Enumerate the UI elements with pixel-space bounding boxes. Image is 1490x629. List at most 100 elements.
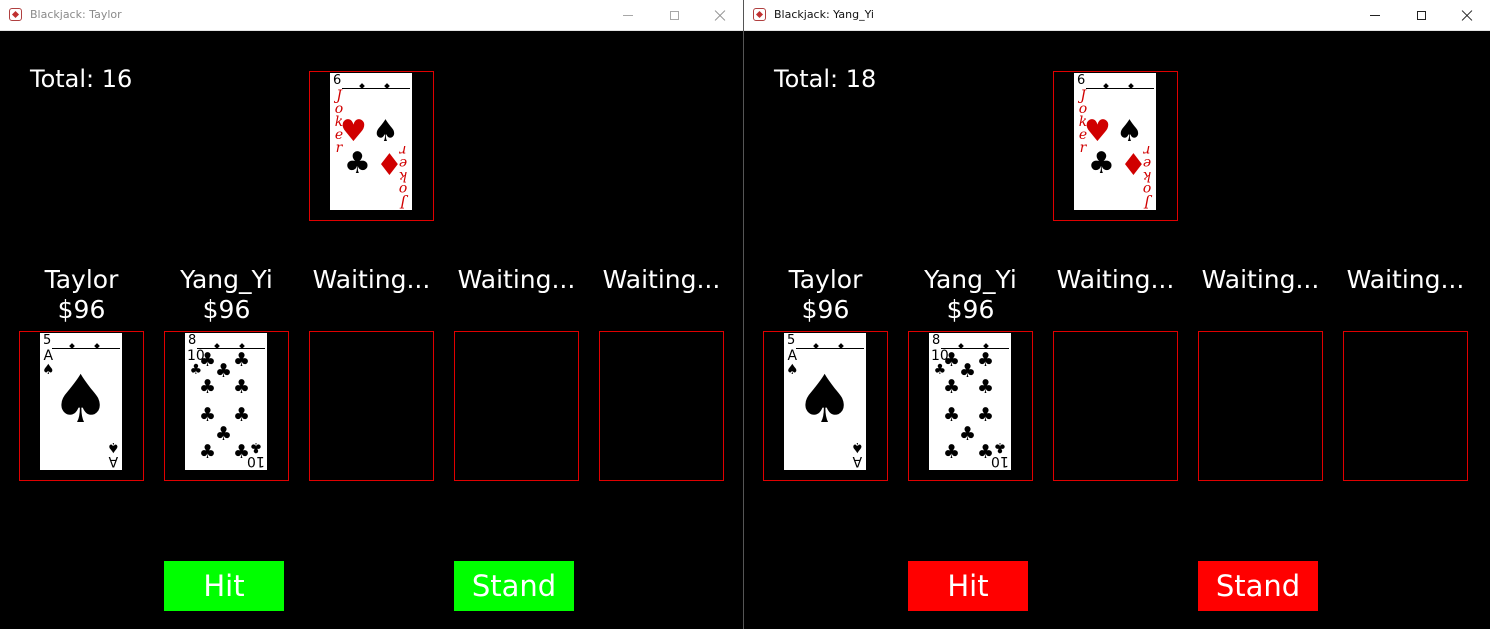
waiting-status: Waiting... [1201, 265, 1320, 294]
heart-icon: ♥ [340, 114, 367, 149]
close-icon [714, 10, 726, 22]
maximize-button[interactable] [1398, 0, 1444, 31]
player-seat-5-label: Waiting... [1343, 265, 1468, 295]
title-bar[interactable]: Blackjack: Yang_Yi [744, 0, 1490, 31]
minimize-button[interactable] [1352, 0, 1398, 31]
player-money: $96 [202, 295, 251, 324]
club-icon: ♣ [199, 376, 217, 398]
player-seat-3-label: Waiting... [1053, 265, 1178, 295]
player-name: Yang_Yi [180, 265, 273, 294]
game-table: Total: 16 6 Joker Joker ♥ ♠ ♣ ♦ Taylor $… [0, 31, 744, 629]
waiting-status: Waiting... [602, 265, 721, 294]
close-icon [1461, 10, 1473, 22]
empty-card-slot [1198, 331, 1323, 481]
club-icon: ♣ [233, 376, 251, 398]
club-icon: ♣ [233, 404, 251, 426]
window-title: Blackjack: Taylor [30, 8, 122, 21]
player-seat-2-label: Yang_Yi $96 [908, 265, 1033, 325]
player-card-slot: 8 10 ♣ ♣ ♣ ♣ ♣ ♣ ♣ ♣ ♣ ♣ ♣ 10 ♣ [908, 331, 1033, 481]
player-card-ten-of-clubs: 8 10 ♣ ♣ ♣ ♣ ♣ ♣ ♣ ♣ ♣ ♣ ♣ 10 ♣ [185, 333, 267, 470]
club-icon: ♣ [977, 349, 995, 371]
player-seat-1-label: Taylor $96 [763, 265, 888, 325]
hit-button[interactable]: Hit [908, 561, 1028, 611]
player-seat-5-label: Waiting... [599, 265, 724, 295]
diamond-icon: ♦ [376, 148, 403, 183]
dealer-card: 6 Joker Joker ♥ ♠ ♣ ♦ [330, 73, 412, 210]
waiting-status: Waiting... [1056, 265, 1175, 294]
card-corner: 10 ♣ [247, 439, 265, 469]
heart-icon: ♥ [1084, 114, 1111, 149]
card-corner: A ♠ [851, 439, 864, 469]
hidden-card-rank: 5 [784, 333, 866, 349]
hidden-card-rank: 8 [929, 333, 1011, 349]
club-icon: ♣ [943, 349, 961, 371]
stand-button[interactable]: Stand [454, 561, 574, 611]
minimize-icon [623, 15, 633, 16]
dealer-card-slot: 6 Joker Joker ♥ ♠ ♣ ♦ [309, 71, 434, 221]
club-icon: ♣ [215, 423, 233, 445]
club-icon: ♣ [199, 404, 217, 426]
maximize-icon [1416, 11, 1426, 20]
minimize-button[interactable] [605, 0, 651, 31]
player-card-ten-of-clubs: 8 10 ♣ ♣ ♣ ♣ ♣ ♣ ♣ ♣ ♣ ♣ ♣ 10 ♣ [929, 333, 1011, 470]
dealer-card-slot: 6 Joker Joker ♥ ♠ ♣ ♦ [1053, 71, 1178, 221]
player-seat-3-label: Waiting... [309, 265, 434, 295]
player-name: Taylor [788, 265, 863, 294]
player-card-slot: 5 A ♠ ♠ A ♠ [763, 331, 888, 481]
club-icon: ♣ [215, 360, 233, 382]
hidden-card-rank: 5 [40, 333, 122, 349]
club-icon: ♣ [199, 349, 217, 371]
spade-icon: ♠ [1116, 114, 1143, 149]
player-seat-2-label: Yang_Yi $96 [164, 265, 289, 325]
player-money: $96 [946, 295, 995, 324]
hidden-card-rank: 8 [185, 333, 267, 349]
club-icon: ♣ [943, 404, 961, 426]
club-icon: ♣ [977, 404, 995, 426]
empty-card-slot [309, 331, 434, 481]
game-table: Total: 18 6 Joker Joker ♥ ♠ ♣ ♦ Taylor $… [744, 31, 1488, 629]
hit-button[interactable]: Hit [164, 561, 284, 611]
club-icon: ♣ [1088, 146, 1115, 181]
hidden-card-rank: 6 [330, 73, 412, 89]
empty-card-slot [1053, 331, 1178, 481]
player-card-ace-of-spades: 5 A ♠ ♠ A ♠ [40, 333, 122, 470]
title-bar[interactable]: Blackjack: Taylor [0, 0, 743, 31]
empty-card-slot [599, 331, 724, 481]
hand-total: Total: 18 [774, 65, 877, 93]
diamond-icon: ♦ [1120, 148, 1147, 183]
club-icon: ♣ [959, 360, 977, 382]
player-card-ace-of-spades: 5 A ♠ ♠ A ♠ [784, 333, 866, 470]
blackjack-window-taylor: Blackjack: Taylor Total: 16 6 Joker Joke… [0, 0, 744, 629]
waiting-status: Waiting... [1346, 265, 1465, 294]
minimize-icon [1370, 15, 1380, 16]
maximize-button[interactable] [651, 0, 697, 31]
dealer-card: 6 Joker Joker ♥ ♠ ♣ ♦ [1074, 73, 1156, 210]
spade-icon: ♠ [51, 361, 111, 438]
player-card-slot: 8 10 ♣ ♣ ♣ ♣ ♣ ♣ ♣ ♣ ♣ ♣ ♣ 10 ♣ [164, 331, 289, 481]
player-name: Yang_Yi [924, 265, 1017, 294]
club-icon: ♣ [344, 146, 371, 181]
empty-card-slot [1343, 331, 1468, 481]
player-seat-1-label: Taylor $96 [19, 265, 144, 325]
empty-card-slot [454, 331, 579, 481]
window-title: Blackjack: Yang_Yi [774, 8, 874, 21]
stand-button[interactable]: Stand [1198, 561, 1318, 611]
player-name: Taylor [44, 265, 119, 294]
waiting-status: Waiting... [312, 265, 431, 294]
close-button[interactable] [1444, 0, 1490, 31]
club-icon: ♣ [959, 423, 977, 445]
player-money: $96 [801, 295, 850, 324]
player-seat-4-label: Waiting... [1198, 265, 1323, 295]
app-icon [9, 8, 22, 21]
hidden-card-rank: 6 [1074, 73, 1156, 89]
hand-total: Total: 16 [30, 65, 133, 93]
card-corner: A ♠ [107, 439, 120, 469]
blackjack-window-yang-yi: Blackjack: Yang_Yi Total: 18 6 Joker Jok… [744, 0, 1490, 629]
close-button[interactable] [697, 0, 743, 31]
club-icon: ♣ [233, 349, 251, 371]
player-seat-4-label: Waiting... [454, 265, 579, 295]
club-icon: ♣ [943, 441, 961, 463]
club-icon: ♣ [943, 376, 961, 398]
app-icon [753, 8, 766, 21]
maximize-icon [669, 11, 679, 20]
